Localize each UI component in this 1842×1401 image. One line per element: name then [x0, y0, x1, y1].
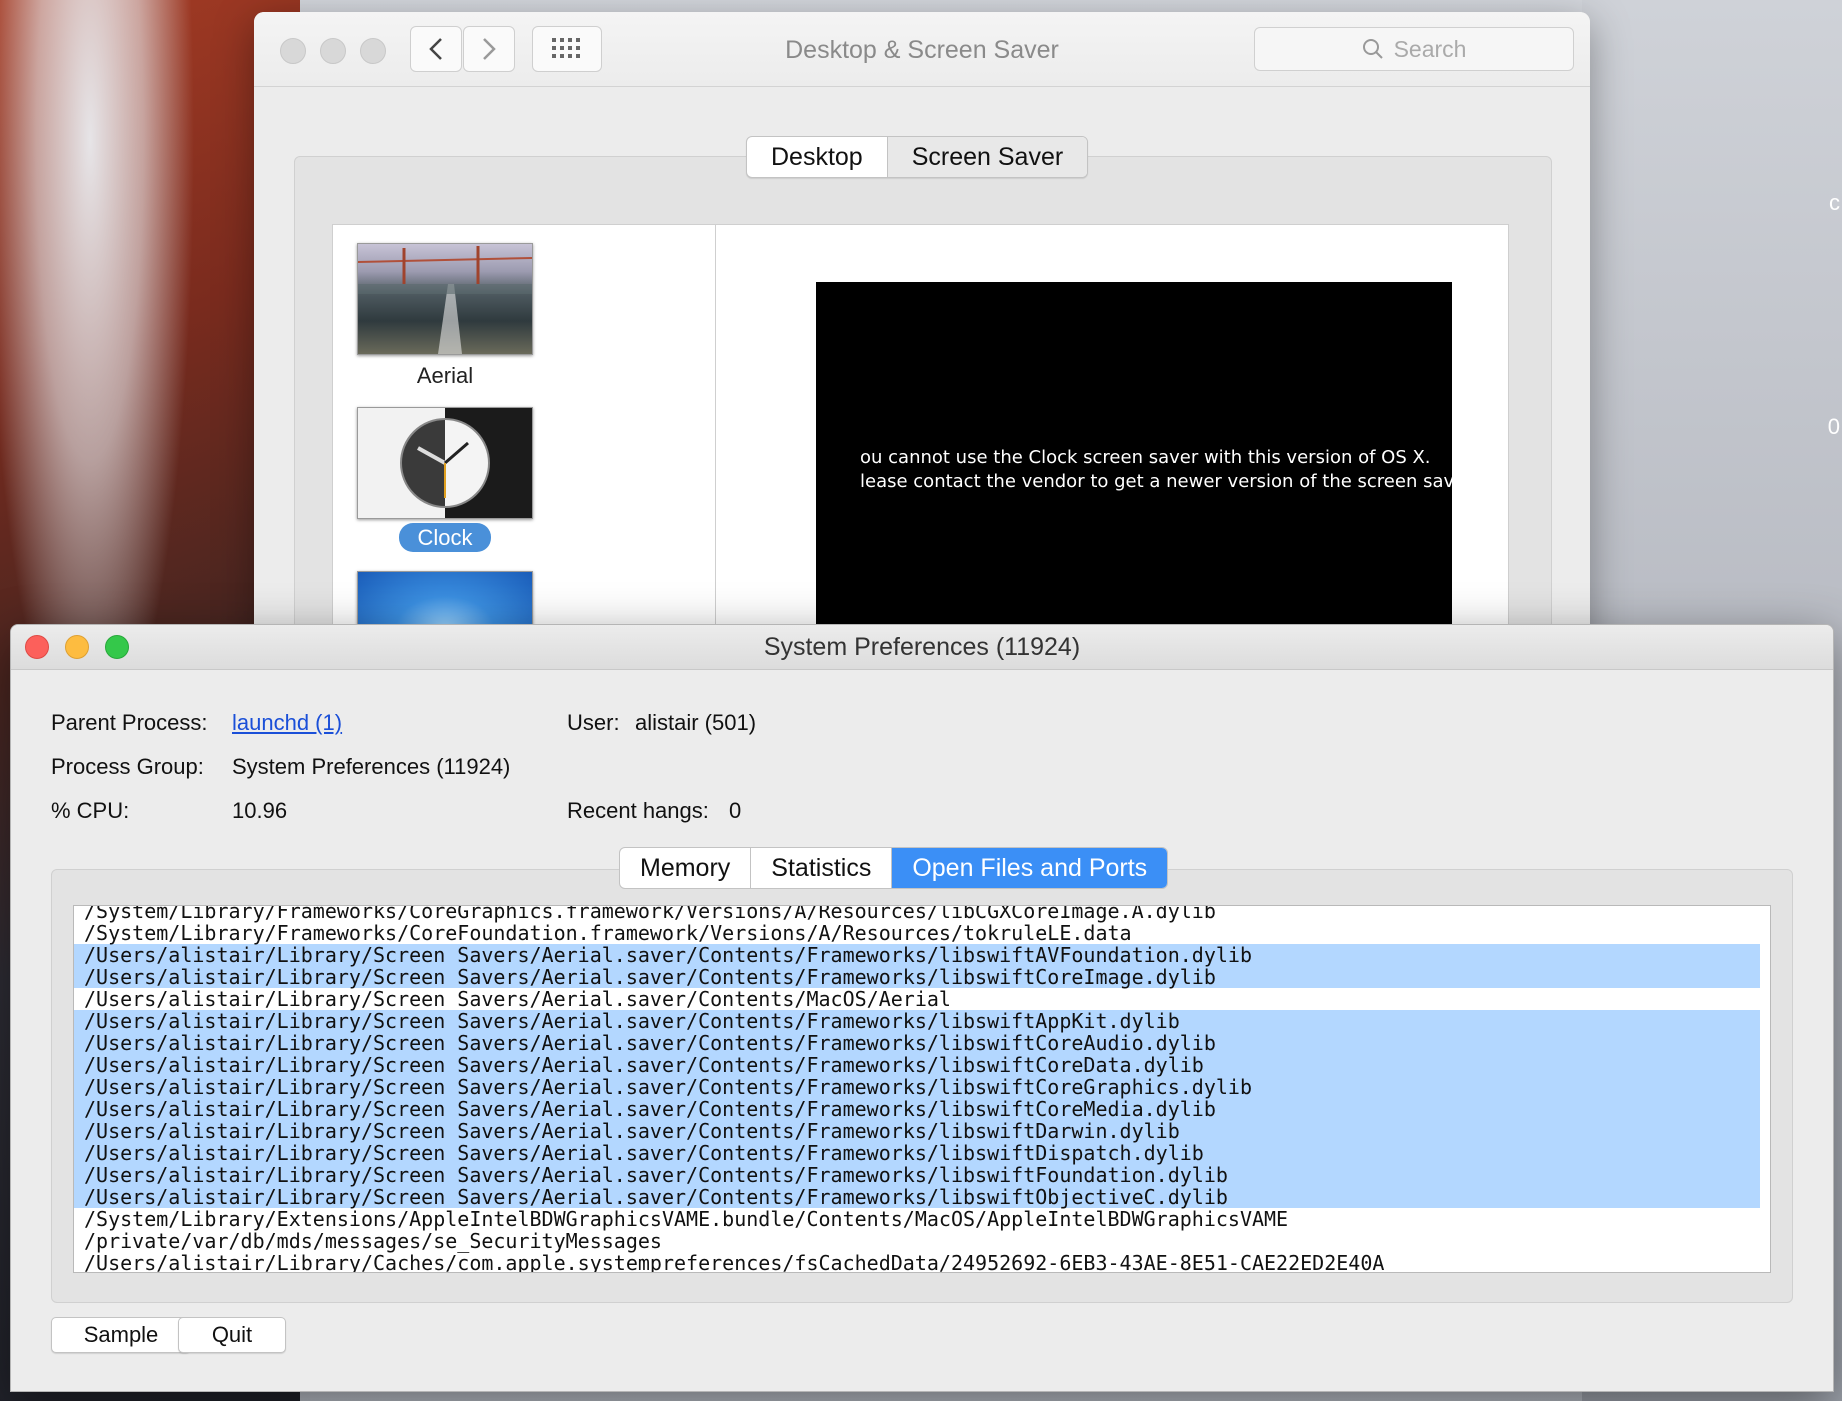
preview-message-line: lease contact the vendor to get a newer … [860, 471, 1477, 492]
file-row[interactable]: /Users/alistair/Library/Screen Savers/Ae… [74, 966, 1760, 988]
file-row[interactable]: /Users/alistair/Library/Screen Savers/Ae… [74, 1098, 1760, 1120]
saver-preview-area: ou cannot use the Clock screen saver wit… [716, 224, 1509, 652]
file-row[interactable]: /Users/alistair/Library/Screen Savers/Ae… [74, 1142, 1760, 1164]
recent-hangs-value: 0 [729, 798, 742, 823]
file-row[interactable]: /System/Library/Frameworks/CoreGraphics.… [74, 906, 1760, 922]
search-field[interactable]: Search [1254, 27, 1574, 71]
window-titlebar: System Preferences (11924) [11, 625, 1833, 670]
file-row[interactable]: /Users/alistair/Library/Screen Savers/Ae… [74, 1164, 1760, 1186]
recent-hangs-label: Recent hangs: [567, 798, 709, 823]
file-row[interactable]: /System/Library/Frameworks/CoreFoundatio… [74, 922, 1760, 944]
saver-label-aerial[interactable]: Aerial [357, 363, 533, 389]
file-row[interactable]: /Users/alistair/Library/Screen Savers/Ae… [74, 1054, 1760, 1076]
tab-desktop[interactable]: Desktop [747, 137, 887, 177]
file-row[interactable]: /Users/alistair/Library/Screen Savers/Ae… [74, 1010, 1760, 1032]
search-icon [1362, 39, 1383, 59]
parent-process-link[interactable]: launchd (1) [232, 710, 342, 736]
process-info-window: System Preferences (11924) Parent Proces… [10, 624, 1834, 1392]
quit-button[interactable]: Quit [178, 1317, 286, 1353]
open-files-list[interactable]: /System/Library/Frameworks/CoreGraphics.… [73, 905, 1771, 1273]
sample-button[interactable]: Sample [51, 1317, 191, 1353]
file-row[interactable]: /Users/alistair/Library/Screen Savers/Ae… [74, 1032, 1760, 1054]
pref-tabs: Desktop Screen Saver [746, 136, 1089, 178]
parent-process-value[interactable]: launchd (1) [232, 710, 342, 735]
tab-statistics[interactable]: Statistics [750, 848, 891, 888]
saver-preview: ou cannot use the Clock screen saver wit… [816, 282, 1477, 652]
info-tabs: Memory Statistics Open Files and Ports [619, 847, 1169, 889]
cpu-value: 10.96 [232, 798, 288, 823]
tab-memory[interactable]: Memory [620, 848, 750, 888]
process-group-label: Process Group: [51, 754, 204, 779]
user-label: User: [567, 710, 620, 735]
file-row[interactable]: /private/var/db/mds/messages/se_Security… [74, 1230, 1760, 1252]
clock-icon [400, 418, 490, 508]
user-value: alistair (501) [635, 710, 757, 735]
golden-gate-bridge-image [357, 246, 533, 354]
file-row[interactable]: /Users/alistair/Library/Screen Savers/Ae… [74, 1076, 1760, 1098]
file-row[interactable]: /Users/alistair/Library/Screen Savers/Ae… [74, 1120, 1760, 1142]
desktop-edge-glyph: c [1829, 190, 1840, 215]
tab-screen-saver[interactable]: Screen Saver [886, 137, 1088, 177]
file-row[interactable]: /Users/alistair/Library/Screen Savers/Ae… [74, 1186, 1760, 1208]
saver-label-clock[interactable]: Clock [357, 523, 533, 552]
desktop-screensaver-window: Desktop & Screen Saver Search Desktop Sc… [254, 12, 1590, 652]
preview-message: ou cannot use the Clock screen saver wit… [860, 446, 1477, 494]
desktop-edge-glyph: 0 [1827, 414, 1840, 439]
parent-process-label: Parent Process: [51, 710, 208, 735]
file-row[interactable]: /System/Library/Extensions/AppleIntelBDW… [74, 1208, 1760, 1230]
saver-thumbnail-aerial[interactable] [357, 243, 533, 355]
window-toolbar: Desktop & Screen Saver Search [254, 12, 1590, 87]
preview-message-line: ou cannot use the Clock screen saver wit… [860, 447, 1431, 468]
file-row[interactable]: /Users/alistair/Library/Screen Savers/Ae… [74, 988, 1760, 1010]
file-row[interactable]: /Users/alistair/Library/Screen Savers/Ae… [74, 944, 1760, 966]
tab-open-files-and-ports[interactable]: Open Files and Ports [891, 848, 1168, 888]
window-title: System Preferences (11924) [763, 633, 1081, 661]
file-row[interactable]: /Users/alistair/Library/Caches/com.apple… [74, 1252, 1760, 1272]
screen-saver-list: Aerial Clock [332, 224, 716, 652]
saver-thumbnail-clock[interactable] [357, 407, 533, 519]
search-placeholder: Search [1393, 35, 1467, 62]
cpu-label: % CPU: [51, 798, 130, 823]
open-files-rows: /System/Library/Frameworks/CoreGraphics.… [74, 906, 1770, 1272]
saver-label-clock-text: Clock [399, 523, 491, 552]
process-group-value: System Preferences (11924) [232, 754, 511, 779]
